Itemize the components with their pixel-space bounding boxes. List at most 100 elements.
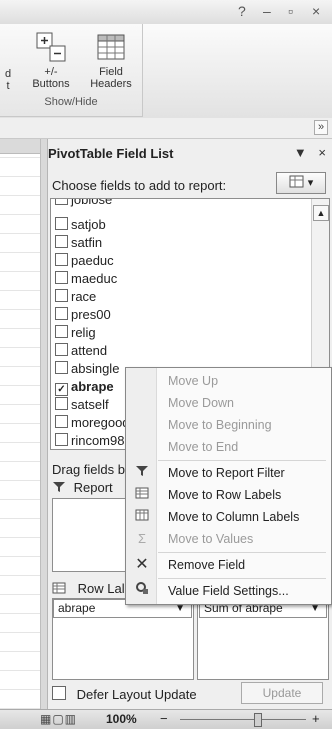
field-item-satfin[interactable]: satfin (55, 234, 102, 252)
checkbox[interactable] (55, 217, 68, 230)
checkbox[interactable] (55, 415, 68, 428)
restore-button[interactable]: ▫ (288, 3, 293, 19)
field-item-pres00[interactable]: pres00 (55, 306, 111, 324)
field-name: abrape (71, 379, 114, 394)
field-headers-label-top: Field (99, 66, 123, 78)
field-item-joblose[interactable]: joblose (55, 199, 112, 209)
zoom-level[interactable]: 100% (106, 712, 137, 726)
checkbox[interactable] (55, 307, 68, 320)
checkbox[interactable] (55, 325, 68, 338)
drag-fields-label: Drag fields be (52, 462, 133, 477)
partial-ribbon-button[interactable]: d t (2, 68, 14, 92)
scroll-up-icon[interactable]: ▲ (313, 205, 329, 221)
field-item-relig[interactable]: relig (55, 324, 96, 342)
field-item-paeduc[interactable]: paeduc (55, 252, 114, 270)
row-labels-icon (134, 484, 150, 506)
filter-icon (53, 482, 65, 492)
field-item-moregood[interactable]: moregood (55, 414, 130, 432)
field-name: satfin (71, 235, 103, 250)
checkbox[interactable] (55, 361, 68, 374)
defer-layout-row[interactable]: Defer Layout Update (52, 686, 197, 702)
menu-item-label: Move to End (168, 440, 239, 454)
menu-item-move-up[interactable]: Move Up (126, 370, 331, 392)
menu-item-label: Move to Beginning (168, 418, 272, 432)
pane-splitter[interactable] (41, 139, 48, 709)
zoom-slider-track[interactable] (180, 719, 306, 720)
filter-icon (134, 462, 150, 484)
ribbon: d t +/- Buttons Field Headers Show/Hide (0, 24, 332, 119)
field-name: attend (71, 343, 108, 358)
row-labels-header: Row Lal (52, 581, 125, 596)
pane-menu-icon[interactable]: ▼ (294, 145, 307, 160)
field-item-attend[interactable]: attend (55, 342, 107, 360)
zoom-slider-thumb[interactable] (254, 713, 262, 727)
checkbox[interactable] (55, 433, 68, 446)
field-item-satjob[interactable]: satjob (55, 216, 106, 234)
field-settings-icon (134, 580, 150, 602)
menu-item-remove-field[interactable]: ✕ Remove Field (126, 554, 331, 576)
report-filter-label: Report (73, 480, 113, 495)
menu-separator (158, 578, 326, 579)
field-name: moregood (71, 415, 130, 430)
menu-item-label: Move Up (168, 374, 219, 388)
minimize-button[interactable]: – (263, 3, 271, 19)
plus-minus-label-bottom: Buttons (32, 78, 70, 90)
field-item-absingle[interactable]: absingle (55, 360, 119, 378)
menu-item-label: Move Down (168, 396, 234, 410)
layout-icon (289, 175, 304, 188)
field-name: absingle (71, 361, 120, 376)
checkbox[interactable] (55, 271, 68, 284)
menu-item-value-field-settings[interactable]: Value Field Settings... (126, 580, 331, 602)
field-headers-button[interactable]: Field Headers (84, 30, 138, 90)
remove-x-icon: ✕ (135, 556, 149, 573)
checkbox[interactable] (55, 397, 68, 410)
show-hide-group: d t +/- Buttons Field Headers Show/Hide (0, 24, 143, 117)
menu-item-move-to-end[interactable]: Move to End (126, 436, 331, 458)
field-item-abrape[interactable]: ✓ abrape (55, 378, 114, 396)
help-icon[interactable]: ? (238, 3, 246, 19)
defer-checkbox[interactable] (52, 686, 66, 700)
pane-close-icon[interactable]: × (318, 145, 326, 160)
pane-controls: ▼ × (294, 145, 326, 160)
menu-item-move-to-row-labels[interactable]: Move to Row Labels (126, 484, 331, 506)
field-context-menu: Move Up Move Down Move to Beginning Move… (125, 367, 332, 605)
menu-item-move-to-values[interactable]: Σ Move to Values (126, 528, 331, 550)
checkbox-checked[interactable]: ✓ (55, 383, 68, 396)
field-item-maeduc[interactable]: maeduc (55, 270, 117, 288)
field-name: paeduc (71, 253, 114, 268)
field-item-satself[interactable]: satself (55, 396, 109, 414)
view-buttons[interactable]: ▦▢▥ (40, 712, 77, 726)
close-window-button[interactable]: × (312, 3, 320, 19)
update-button[interactable]: Update (241, 682, 323, 704)
menu-item-move-to-column-labels[interactable]: Move to Column Labels (126, 506, 331, 528)
field-item-race[interactable]: race (55, 288, 96, 306)
field-name: pres00 (71, 307, 111, 322)
row-labels-icon (52, 582, 66, 594)
checkbox[interactable] (55, 253, 68, 266)
sigma-icon: Σ (137, 531, 147, 546)
field-name: rincom98 (71, 433, 125, 448)
menu-item-label: Move to Row Labels (168, 488, 282, 502)
menu-item-move-to-report-filter[interactable]: Move to Report Filter (126, 462, 331, 484)
partial-label-top: d (4, 68, 12, 80)
status-bar: ▦▢▥ 100% − + (0, 709, 332, 729)
field-item-rincom98[interactable]: rincom98 (55, 432, 125, 449)
checkbox[interactable] (55, 289, 68, 302)
field-list-layout-button[interactable]: ▾ (276, 172, 326, 194)
report-filter-header: Report (52, 480, 113, 495)
checkbox[interactable] (55, 343, 68, 356)
plus-minus-buttons-button[interactable]: +/- Buttons (26, 30, 76, 90)
zoom-in-icon[interactable]: + (312, 711, 320, 726)
zoom-out-icon[interactable]: − (160, 711, 168, 726)
row-item-label: abrape (58, 601, 96, 615)
report-filter-area[interactable] (52, 498, 128, 572)
worksheet-strip[interactable] (0, 139, 41, 728)
defer-label: Defer Layout Update (76, 687, 197, 702)
expand-ribbon-icon[interactable]: » (314, 120, 328, 135)
checkbox[interactable] (55, 199, 68, 205)
checkbox[interactable] (55, 235, 68, 248)
menu-item-label: Move to Column Labels (168, 510, 300, 524)
menu-item-move-down[interactable]: Move Down (126, 392, 331, 414)
field-name: relig (71, 325, 96, 340)
menu-item-move-to-beginning[interactable]: Move to Beginning (126, 414, 331, 436)
